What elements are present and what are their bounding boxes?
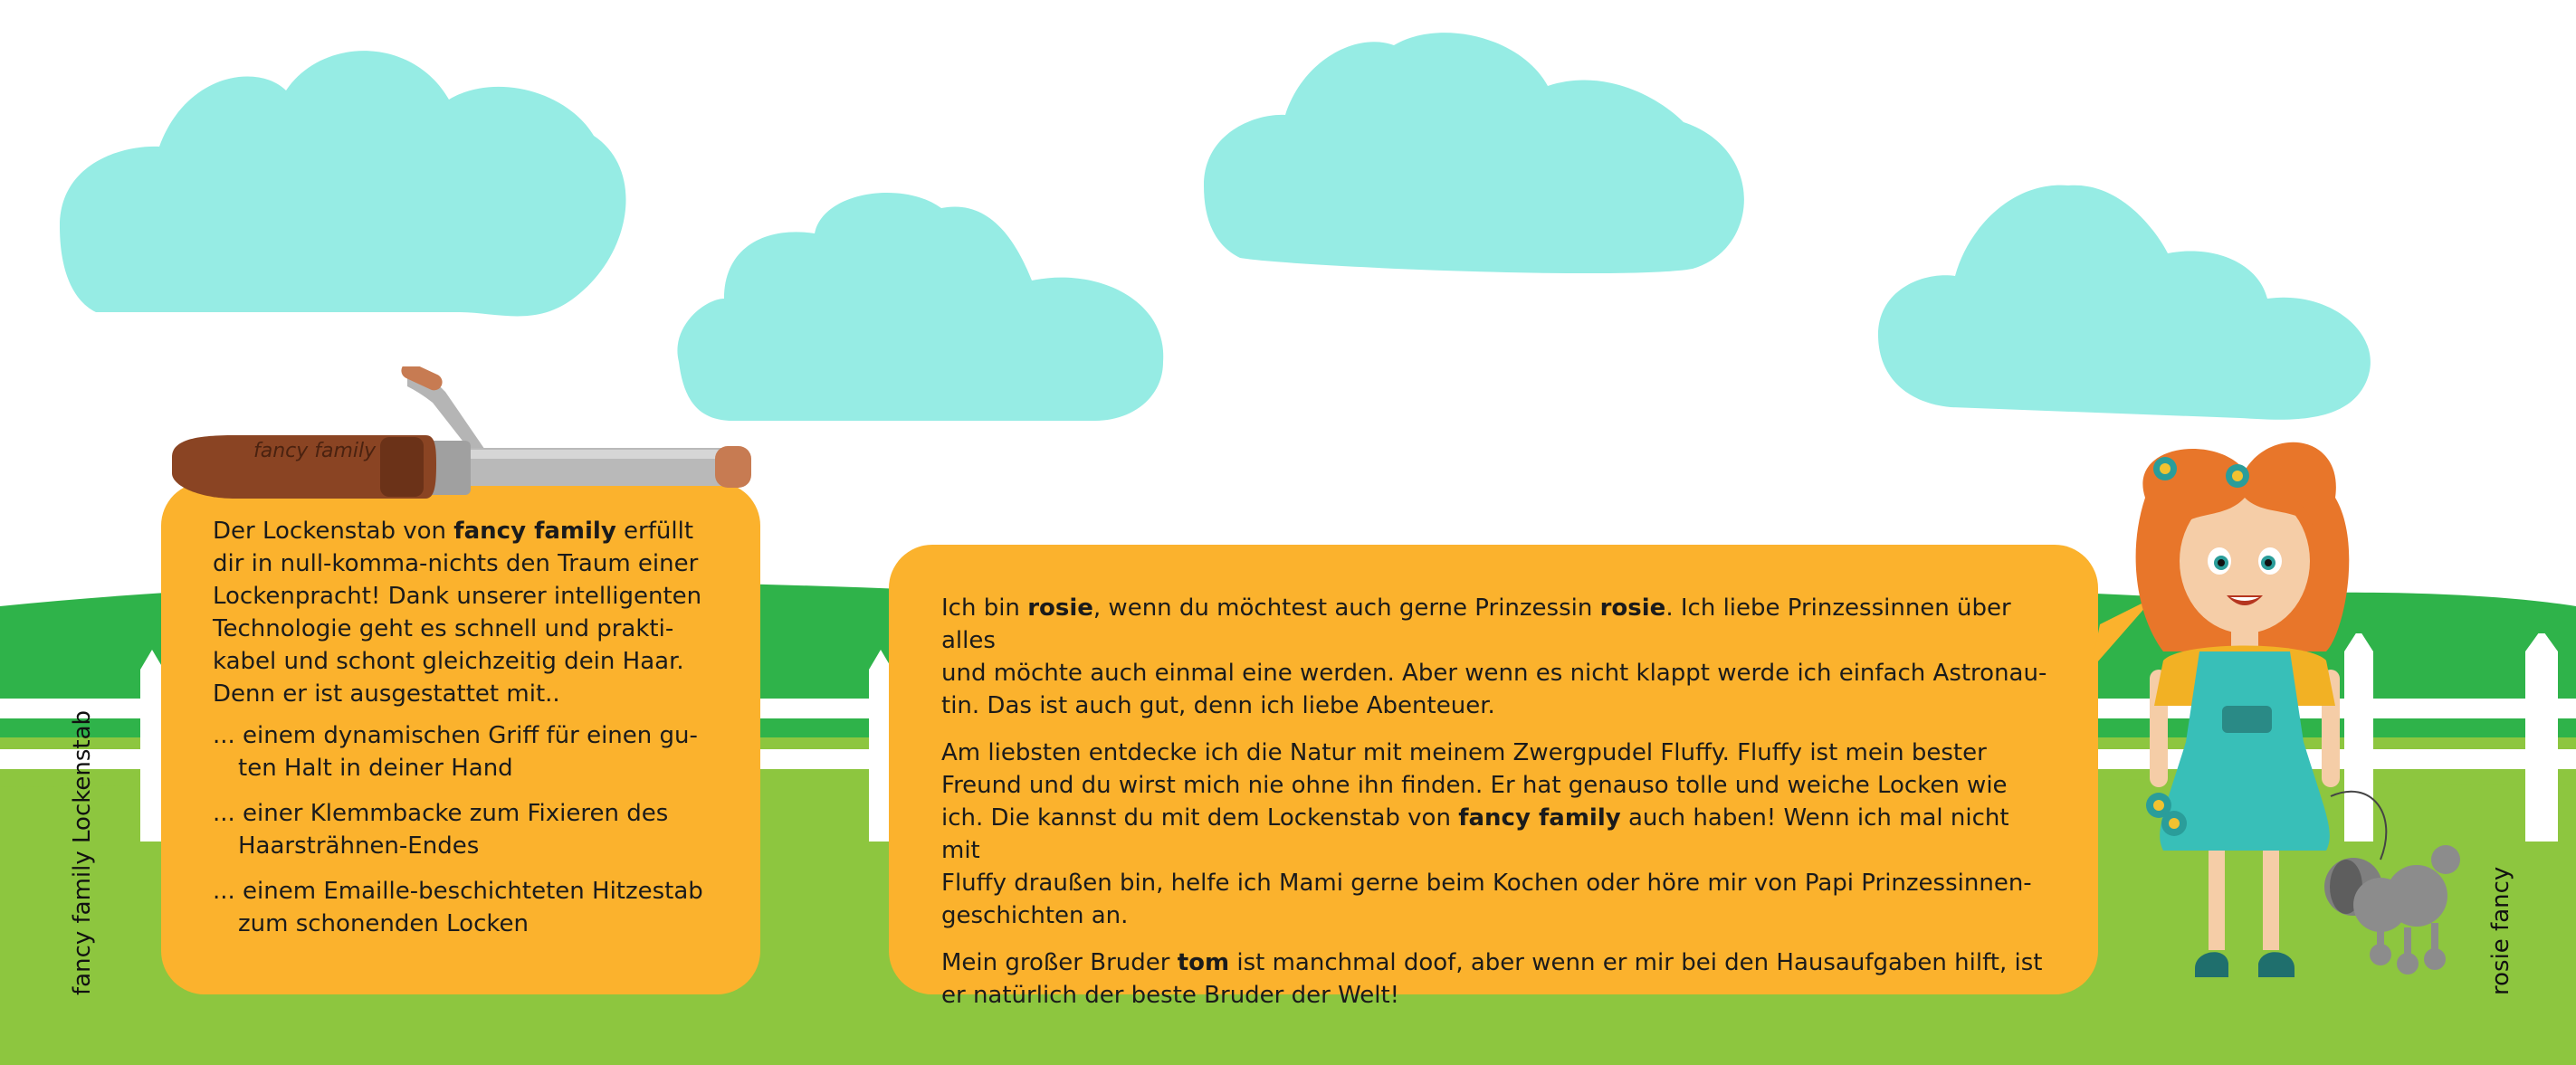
character-story-card: Ich bin rosie, wenn du möchtest auch ger… [889,545,2098,1009]
character-name: rosie [1599,594,1666,622]
feature-heat-rod: ... einem Emaille-beschichteten Hitzesta… [213,878,703,937]
product-intro: Der Lockenstab von fancy family erfüllt … [213,518,702,708]
poodle-icon [2324,845,2460,975]
brother-name: tom [1177,949,1230,976]
cloud-4 [1878,185,2371,420]
feature-clamp: ... einer Klemmbacke zum Fixieren des Ha… [213,800,669,860]
brand-name: fancy family [453,518,616,545]
cloud-3 [1204,33,1744,274]
curler-brand-text: fancy family [253,440,377,462]
girl-character-icon [2135,442,2460,977]
character-name: rosie [1027,594,1093,622]
story-paragraph-2: Am liebsten entdecke ich die Natur mit m… [941,739,2032,929]
product-description: Der Lockenstab von fancy family erfüllt … [213,515,720,953]
product-side-label: fancy family Lockenstab [69,709,96,995]
feature-grip: ... einem dynamischen Griff für einen gu… [213,722,698,782]
brand-name: fancy family [1458,804,1621,832]
curling-iron-icon: fancy family [172,366,751,499]
story-text: Ich bin rosie, wenn du möchtest auch ger… [941,592,2055,1026]
product-info-card: Der Lockenstab von fancy family erfüllt … [161,482,760,994]
cloud-1 [60,51,626,317]
character-side-label: rosie fancy [2487,866,2514,995]
story-paragraph-3: Mein großer Bruder tom ist manchmal doof… [941,949,2043,1009]
story-paragraph-1: Ich bin rosie, wenn du möchtest auch ger… [941,594,2047,719]
